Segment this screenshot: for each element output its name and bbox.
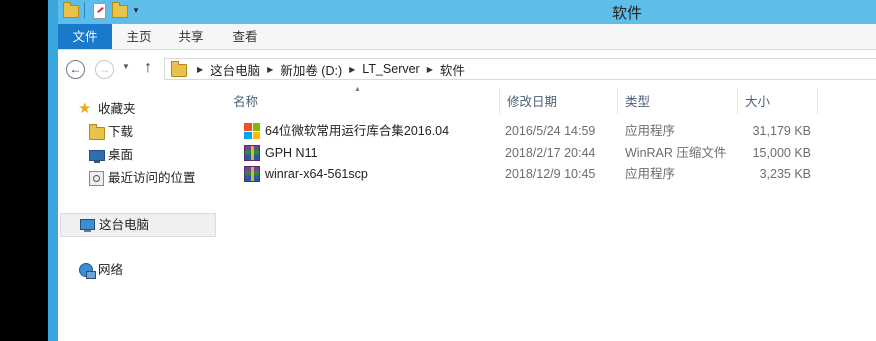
nav-downloads-label: 下载: [108, 125, 134, 139]
column-header-size[interactable]: 大小: [738, 88, 818, 114]
back-button[interactable]: ←: [66, 60, 85, 79]
window-title: 软件: [611, 5, 642, 22]
column-header-type[interactable]: 类型: [618, 88, 738, 114]
explorer-window: ▾ 软件 文件 主页 共享 查看 ← → ▼ ↑ ▶ 这台电脑 ▶ 新加卷 (D…: [48, 0, 876, 341]
star-icon: ★: [78, 100, 92, 117]
chevron-right-icon[interactable]: ▶: [197, 65, 203, 74]
nav-favorites-label: 收藏夹: [98, 102, 136, 116]
downloads-folder-icon: [88, 124, 105, 140]
folder-icon: [170, 61, 187, 77]
nav-favorites[interactable]: ★ 收藏夹: [78, 98, 136, 120]
file-size: 3,235 KB: [759, 167, 811, 181]
column-header-name[interactable]: ▲ 名称: [226, 86, 500, 114]
file-list: ▲ 名称 修改日期 类型 大小 64位微软常用运行库合集2016.04 2016…: [226, 86, 876, 341]
recent-locations-dropdown-icon[interactable]: ▼: [122, 62, 130, 71]
file-row[interactable]: winrar-x64-561scp 2018/12/9 10:45 应用程序 3…: [226, 164, 826, 185]
up-arrow-button[interactable]: ↑: [144, 59, 152, 77]
nav-desktop[interactable]: 桌面: [88, 144, 133, 166]
nav-desktop-label: 桌面: [108, 148, 134, 162]
file-type: 应用程序: [625, 124, 676, 138]
nav-downloads[interactable]: 下载: [88, 121, 133, 143]
nav-this-pc[interactable]: 这台电脑: [60, 213, 216, 237]
file-type: 应用程序: [625, 167, 676, 181]
address-bar[interactable]: ▶ 这台电脑 ▶ 新加卷 (D:) ▶ LT_Server ▶ 软件: [164, 58, 876, 80]
ribbon-tabs: 文件 主页 共享 查看: [58, 24, 876, 50]
chevron-right-icon[interactable]: ▶: [427, 65, 433, 74]
navigation-pane: ★ 收藏夹 下载 桌面 最近访问的位置 这台电脑 网络: [58, 92, 216, 341]
file-size: 31,179 KB: [752, 124, 811, 138]
breadcrumb-drive-d[interactable]: 新加卷 (D:): [280, 60, 342, 79]
column-name-label: 名称: [233, 95, 259, 109]
file-row[interactable]: 64位微软常用运行库合集2016.04 2016/5/24 14:59 应用程序…: [226, 121, 826, 142]
network-icon: [78, 262, 96, 279]
nav-network-label: 网络: [98, 263, 124, 277]
recent-places-icon: [88, 170, 104, 186]
breadcrumb-lt-server[interactable]: LT_Server: [362, 62, 419, 76]
column-header-date[interactable]: 修改日期: [500, 88, 618, 114]
chevron-right-icon[interactable]: ▶: [267, 65, 273, 74]
tab-file[interactable]: 文件: [58, 24, 112, 49]
nav-recent-places[interactable]: 最近访问的位置: [88, 167, 196, 189]
file-date: 2018/2/17 20:44: [505, 146, 596, 160]
file-type: WinRAR 压缩文件: [625, 146, 727, 160]
title-bar: ▾ 软件: [58, 0, 876, 24]
sort-ascending-icon: ▲: [354, 86, 361, 93]
desktop-icon: [88, 147, 105, 163]
breadcrumb-software[interactable]: 软件: [440, 60, 465, 79]
file-size: 15,000 KB: [752, 146, 811, 160]
winrar-archive-icon: [244, 145, 260, 161]
file-name: 64位微软常用运行库合集2016.04: [265, 124, 450, 138]
tab-home[interactable]: 主页: [118, 24, 160, 49]
computer-icon: [79, 217, 95, 233]
file-date: 2016/5/24 14:59: [505, 124, 596, 138]
file-name: winrar-x64-561scp: [265, 167, 368, 181]
navigation-row: ← → ▼ ↑ ▶ 这台电脑 ▶ 新加卷 (D:) ▶ LT_Server ▶ …: [58, 50, 876, 88]
tab-share[interactable]: 共享: [170, 24, 212, 49]
breadcrumb-this-pc[interactable]: 这台电脑: [210, 60, 260, 79]
nav-this-pc-label: 这台电脑: [99, 218, 150, 232]
file-name: GPH N11: [265, 146, 318, 160]
nav-recent-label: 最近访问的位置: [108, 171, 196, 185]
file-date: 2018/12/9 10:45: [505, 167, 596, 181]
windows-installer-icon: [244, 123, 260, 139]
file-row[interactable]: GPH N11 2018/2/17 20:44 WinRAR 压缩文件 15,0…: [226, 143, 826, 164]
tab-view[interactable]: 查看: [224, 24, 266, 49]
nav-network[interactable]: 网络: [78, 259, 123, 281]
chevron-right-icon[interactable]: ▶: [349, 65, 355, 74]
winrar-setup-icon: [244, 166, 260, 182]
forward-button[interactable]: →: [95, 60, 114, 79]
